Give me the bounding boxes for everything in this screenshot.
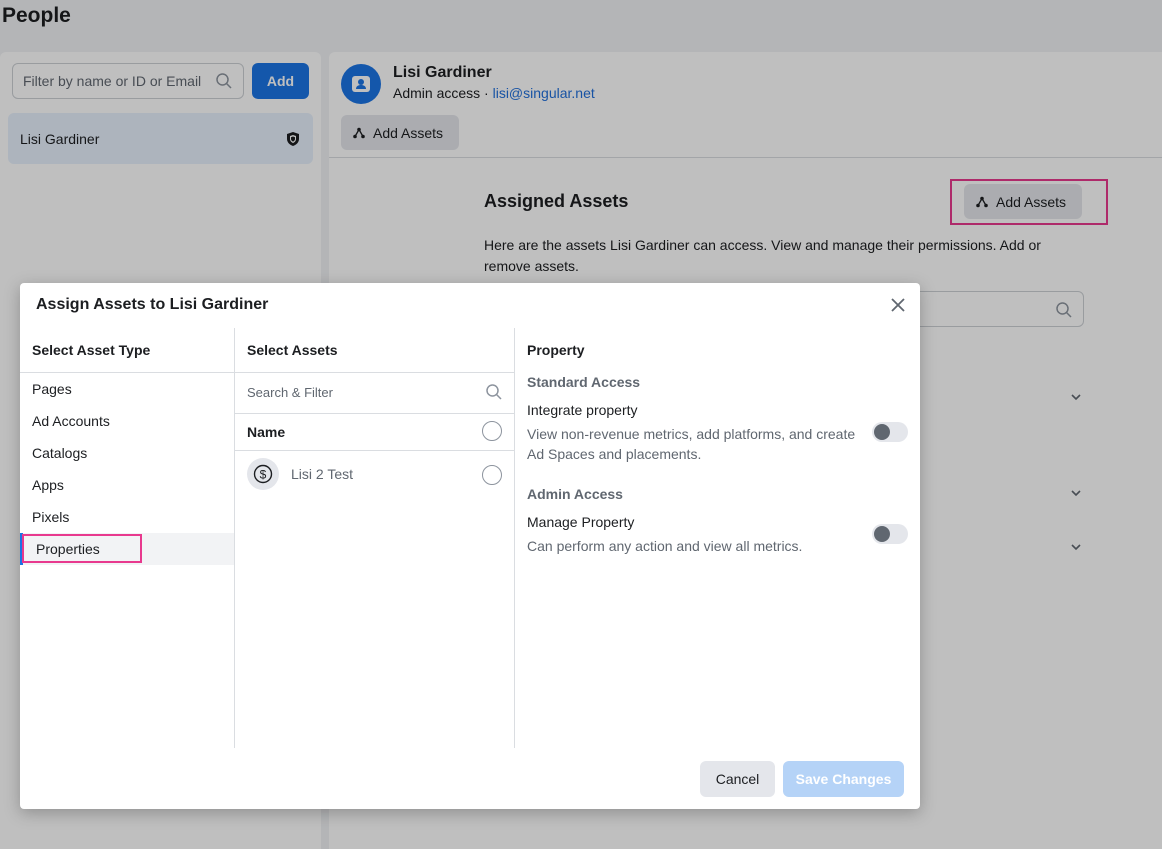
asset-type-column: Select Asset Type Pages Ad Accounts Cata…: [20, 328, 235, 748]
select-assets-column: Select Assets Search & Filter Name $ Lis…: [235, 328, 515, 748]
integrate-property-label: Integrate property: [527, 402, 638, 418]
dialog-title: Assign Assets to Lisi Gardiner: [36, 296, 269, 313]
save-changes-button[interactable]: Save Changes: [783, 761, 904, 797]
select-assets-heading: Select Assets: [247, 342, 338, 358]
admin-access-heading: Admin Access: [527, 486, 623, 502]
manage-property-toggle[interactable]: [872, 524, 908, 544]
divider: [235, 413, 514, 414]
asset-type-ad-accounts[interactable]: Ad Accounts: [20, 405, 234, 437]
asset-type-pixels[interactable]: Pixels: [20, 501, 234, 533]
highlight-box: [22, 534, 142, 563]
list-item[interactable]: $ Lisi 2 Test: [235, 451, 514, 499]
asset-radio[interactable]: [482, 465, 502, 485]
asset-type-catalogs[interactable]: Catalogs: [20, 437, 234, 469]
search-icon: [486, 384, 502, 400]
close-icon[interactable]: [888, 295, 908, 315]
manage-property-label: Manage Property: [527, 514, 635, 530]
assign-assets-dialog: Assign Assets to Lisi Gardiner Select As…: [20, 283, 920, 809]
name-column-header: Name: [247, 424, 286, 440]
asset-type-apps[interactable]: Apps: [20, 469, 234, 501]
dollar-icon: $: [247, 458, 279, 490]
toggle-knob: [874, 424, 890, 440]
standard-access-heading: Standard Access: [527, 374, 641, 390]
svg-text:$: $: [260, 468, 267, 482]
select-all-radio[interactable]: [482, 421, 502, 441]
asset-type-pages[interactable]: Pages: [20, 373, 234, 405]
integrate-property-toggle[interactable]: [872, 422, 908, 442]
toggle-knob: [874, 526, 890, 542]
manage-property-description: Can perform any action and view all metr…: [527, 538, 803, 554]
asset-search-placeholder: Search & Filter: [247, 385, 333, 400]
cancel-button[interactable]: Cancel: [700, 761, 775, 797]
asset-type-heading: Select Asset Type: [32, 342, 151, 358]
permissions-column: Property Standard Access Integrate prope…: [515, 328, 920, 748]
asset-search-input[interactable]: Search & Filter: [235, 373, 514, 413]
permissions-heading: Property: [527, 342, 585, 358]
integrate-property-description: View non-revenue metrics, add platforms,…: [527, 426, 856, 462]
asset-name: Lisi 2 Test: [291, 466, 353, 482]
